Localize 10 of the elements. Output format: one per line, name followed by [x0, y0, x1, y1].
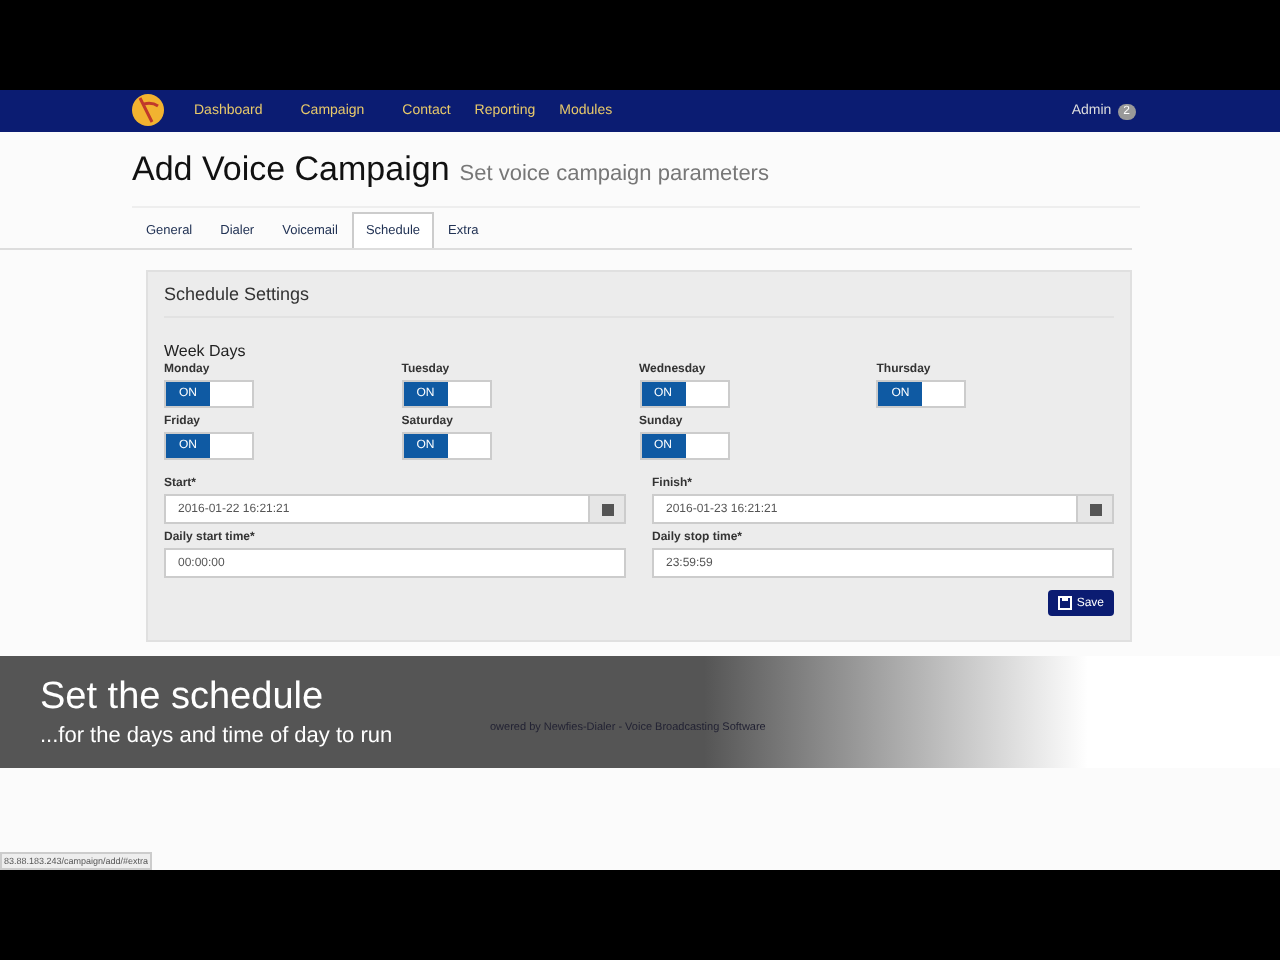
floppy-icon	[1058, 596, 1073, 610]
panel-title: Schedule Settings	[164, 284, 1114, 318]
logo-icon	[132, 94, 164, 126]
page-subtitle: Set voice campaign parameters	[459, 162, 769, 186]
calendar-icon[interactable]	[601, 503, 613, 515]
page-title: Add Voice Campaign	[132, 150, 450, 190]
caption-title: Set the schedule	[40, 676, 326, 720]
section-title: Week Days	[164, 342, 248, 360]
caption-subtitle: ...for the days and time of day to run	[40, 724, 393, 748]
calendar-icon[interactable]	[1089, 503, 1101, 515]
